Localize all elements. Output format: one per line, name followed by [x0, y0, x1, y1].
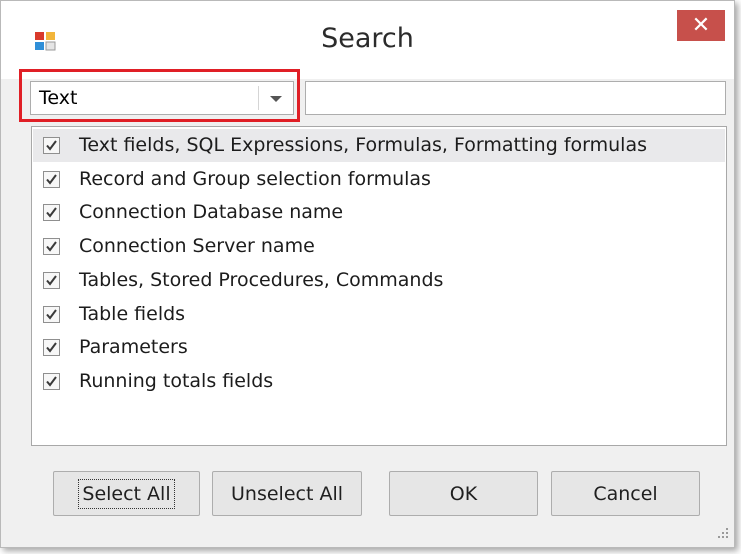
list-item[interactable]: Tables, Stored Procedures, Commands	[33, 264, 725, 297]
search-dialog: Search ✕ Text Text fields, SQL Expressio…	[0, 0, 735, 548]
list-item[interactable]: Connection Server name	[33, 230, 725, 263]
checkmark-icon	[46, 275, 57, 286]
checkmark-icon	[46, 207, 57, 218]
option-checkbox[interactable]	[43, 137, 60, 154]
option-checkbox[interactable]	[43, 372, 60, 390]
cancel-label: Cancel	[593, 482, 658, 505]
select-all-label: Select All	[78, 478, 175, 509]
search-type-dropdown[interactable]: Text	[30, 81, 294, 115]
checkmark-icon	[46, 241, 57, 252]
list-item[interactable]: Running totals fields	[33, 365, 725, 398]
title-bar: Search ✕	[1, 1, 734, 79]
list-item[interactable]: Record and Group selection formulas	[33, 163, 725, 196]
list-item[interactable]: Connection Database name	[33, 196, 725, 229]
close-button[interactable]: ✕	[677, 10, 725, 41]
checkmark-icon	[46, 308, 57, 320]
option-label: Running totals fields	[79, 369, 274, 392]
checkmark-icon	[46, 342, 57, 353]
option-label: Parameters	[79, 336, 188, 359]
option-checkbox[interactable]	[43, 339, 60, 357]
option-label: Table fields	[79, 302, 186, 325]
window-title: Search	[321, 23, 414, 54]
option-label: Connection Server name	[79, 235, 315, 258]
checkmark-icon	[46, 140, 57, 151]
close-icon: ✕	[691, 13, 711, 38]
option-checkbox[interactable]	[43, 170, 60, 188]
search-scope-list: Text fields, SQL Expressions, Formulas, …	[31, 126, 727, 446]
option-checkbox[interactable]	[43, 204, 60, 222]
ok-label: OK	[449, 482, 478, 505]
chevron-down-icon[interactable]	[270, 96, 282, 102]
resize-grip-icon[interactable]	[715, 524, 729, 538]
checkmark-icon	[46, 174, 57, 185]
option-checkbox[interactable]	[43, 305, 60, 323]
unselect-all-button[interactable]: Unselect All	[212, 471, 362, 516]
cancel-button[interactable]: Cancel	[551, 471, 700, 516]
option-label: Text fields, SQL Expressions, Formulas, …	[79, 134, 647, 156]
ok-button[interactable]: OK	[389, 471, 538, 516]
dropdown-separator	[258, 86, 259, 110]
option-label: Connection Database name	[79, 201, 344, 224]
list-item[interactable]: Parameters	[33, 331, 725, 364]
option-label: Record and Group selection formulas	[79, 167, 431, 190]
list-item[interactable]: Table fields	[33, 298, 725, 331]
option-label: Tables, Stored Procedures, Commands	[79, 268, 444, 291]
search-input[interactable]	[305, 81, 726, 115]
list-item[interactable]: Text fields, SQL Expressions, Formulas, …	[33, 129, 725, 162]
select-all-button[interactable]: Select All	[53, 471, 200, 516]
option-checkbox[interactable]	[43, 271, 60, 289]
search-type-value: Text	[39, 87, 78, 109]
checkmark-icon	[46, 376, 57, 387]
unselect-all-label: Unselect All	[231, 482, 343, 505]
option-checkbox[interactable]	[43, 238, 60, 256]
